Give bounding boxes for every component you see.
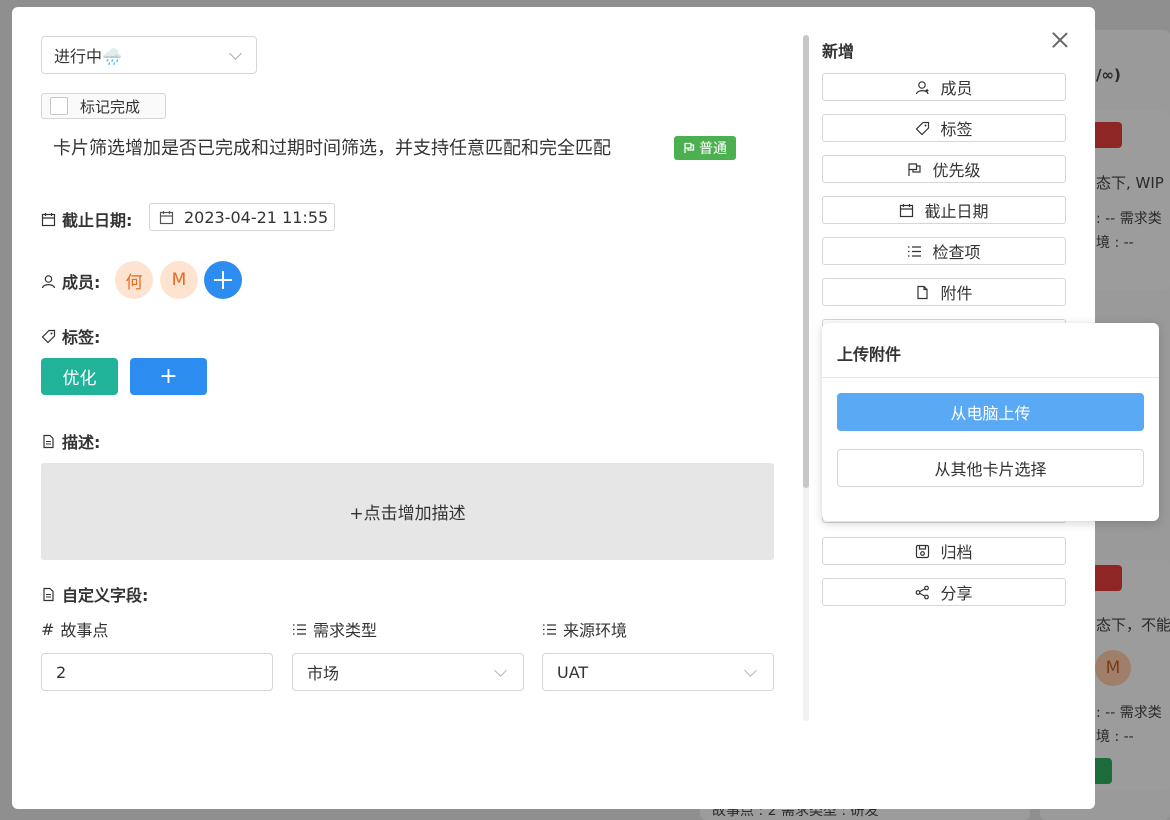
tag-icon [41,329,56,343]
board-avatar: M [1095,650,1131,686]
add-tag-action[interactable]: 标签 [822,114,1066,142]
share-icon [916,585,930,599]
flag-icon [908,162,922,176]
add-attachment-action[interactable]: 附件 [822,278,1066,306]
file-icon [43,434,54,448]
description-label: 描述: [41,429,100,453]
chevron-down-icon [744,663,757,677]
list-icon [293,623,306,635]
select-from-other-card-button[interactable]: 从其他卡片选择 [837,449,1144,487]
tag-chip[interactable]: 优化 [41,358,118,395]
upload-attachment-popover: 上传附件 从电脑上传 从其他卡片选择 [822,323,1159,521]
custom-fields-label: 自定义字段: [41,582,148,606]
upload-from-computer-button[interactable]: 从电脑上传 [837,393,1144,431]
mark-done-checkbox[interactable] [50,97,68,115]
user-icon [41,274,56,288]
board-card-text: : -- 需求类 [1096,705,1162,721]
due-date-picker[interactable]: 2023-04-21 11:55 [149,203,335,231]
share-action[interactable]: 分享 [822,578,1066,606]
story-points-value: 2 [56,662,67,682]
add-member-button[interactable] [204,261,242,299]
avatar[interactable]: M [160,261,198,299]
user-icon [916,80,930,94]
sidebar-button-label: 截止日期 [924,202,989,221]
chevron-down-icon [494,663,507,677]
custom-fields-label-text: 自定义字段: [62,586,149,605]
requirement-type-select[interactable]: 市场 [292,653,524,691]
members-label-text: 成员: [62,273,101,292]
board-tag [1092,565,1122,591]
add-tag-button[interactable]: + [130,358,207,395]
board-card-text: : -- 需求类 [1096,211,1162,227]
tag-icon [916,121,930,135]
sidebar-button-label: 附件 [940,284,973,303]
due-date-label: 截止日期: [41,207,132,231]
calendar-icon [41,212,56,226]
members-label: 成员: [41,269,100,293]
description-area[interactable]: +点击增加描述 [41,463,774,560]
board-tag [1092,122,1122,148]
description-label-text: 描述: [62,433,101,452]
custom-field-label: 来源环境 [542,617,627,641]
priority-label: 普通 [699,141,727,157]
file-icon [43,587,54,601]
priority-badge[interactable]: 普通 [674,136,736,160]
story-points-input[interactable]: 2 [41,653,273,691]
mark-done-label: 标记完成 [80,97,141,116]
status-select[interactable]: 进行中🌧️ [41,36,257,74]
tags-label: 标签: [41,324,100,348]
board-card-text: 境 : -- [1096,235,1134,251]
archive-icon [916,544,930,558]
board-card-text: 态下, WIP [1096,174,1164,192]
close-icon[interactable] [1049,29,1071,51]
list-icon [543,623,556,635]
set-priority-action[interactable]: 优先级 [822,155,1066,183]
board-column-title: /∞) [1096,66,1121,84]
tags-label-text: 标签: [62,328,101,347]
archive-action[interactable]: 归档 [822,537,1066,565]
hash-icon: # [41,619,55,639]
sidebar-title: 新增 [822,42,855,61]
source-env-value: UAT [557,662,589,682]
board-card-text: 态下，不能 [1096,616,1170,634]
requirement-type-value: 市场 [307,664,340,683]
custom-field-name: 需求类型 [313,621,378,640]
avatar[interactable]: 何 [115,261,153,299]
sidebar-button-label: 成员 [940,79,973,98]
popover-title: 上传附件 [837,345,902,364]
scrollbar-thumb[interactable] [803,35,809,488]
card-title[interactable]: 卡片筛选增加是否已完成和过期时间筛选，并支持任意匹配和完全匹配 [53,134,611,160]
custom-field-name: 来源环境 [563,621,628,640]
due-date-value: 2023-04-21 11:55 [184,207,329,227]
mark-done-toggle[interactable]: 标记完成 [41,93,166,119]
custom-field-label: # 故事点 [41,617,108,641]
sidebar-button-label: 优先级 [932,161,981,180]
sidebar-button-label: 归档 [940,543,973,562]
sidebar-button-label: 检查项 [932,243,981,262]
source-env-select[interactable]: UAT [542,653,774,691]
flag-icon [684,142,695,153]
board-card-text: 境 : -- [1096,729,1134,745]
set-due-date-action[interactable]: 截止日期 [822,196,1066,224]
calendar-icon [900,203,914,217]
add-checklist-action[interactable]: 检查项 [822,237,1066,265]
due-date-label-text: 截止日期: [62,211,133,230]
calendar-icon [159,210,174,224]
list-icon [908,245,922,257]
custom-field-name: 故事点 [60,621,109,640]
sidebar-button-label: 分享 [940,584,973,603]
custom-field-label: 需求类型 [292,617,377,641]
status-value: 进行中🌧️ [54,47,122,66]
divider [822,377,1159,378]
chevron-down-icon [229,46,242,60]
sidebar-button-label: 标签 [940,120,973,139]
add-member-action[interactable]: 成员 [822,73,1066,101]
file-icon [917,285,929,299]
